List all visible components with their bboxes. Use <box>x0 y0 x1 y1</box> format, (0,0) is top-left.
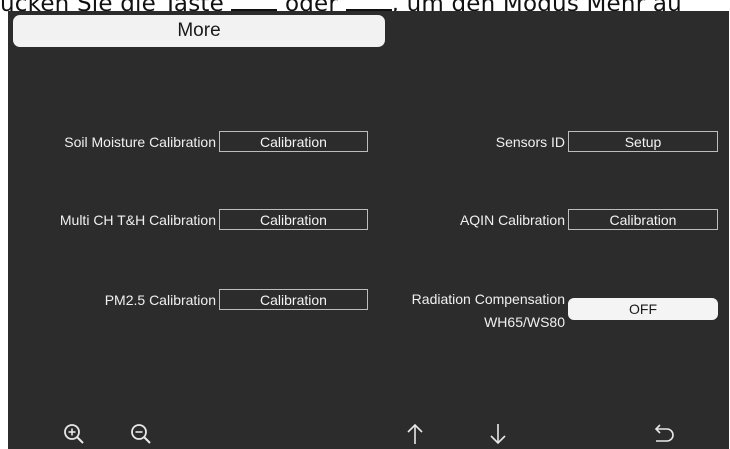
device-screen: More Soil Moisture Calibration Calibrati… <box>8 11 729 449</box>
page: ücken Sie die Taste oder , um den Modus … <box>0 0 730 449</box>
zoom-in-icon[interactable] <box>59 421 89 447</box>
soil-moisture-calibration-label: Soil Moisture Calibration <box>64 134 216 150</box>
sensors-id-label: Sensors ID <box>495 134 565 150</box>
multi-ch-th-calibration-label: Multi CH T&H Calibration <box>59 212 216 228</box>
pm25-calibration-label: PM2.5 Calibration <box>104 292 216 308</box>
page-title: More <box>13 15 385 47</box>
aqin-calibration-button[interactable]: Calibration <box>568 209 718 230</box>
radiation-compensation-toggle[interactable]: OFF <box>568 298 718 320</box>
zoom-out-icon[interactable] <box>126 421 156 447</box>
pm25-calibration-button[interactable]: Calibration <box>219 289 368 310</box>
arrow-up-icon[interactable] <box>400 421 430 447</box>
sensors-id-setup-button[interactable]: Setup <box>568 131 718 152</box>
aqin-calibration-label: AQIN Calibration <box>459 212 565 228</box>
radiation-compensation-sublabel: WH65/WS80 <box>484 314 565 330</box>
key-placeholder-box <box>345 0 392 11</box>
arrow-down-icon[interactable] <box>483 421 513 447</box>
radiation-compensation-label: Radiation Compensation <box>411 291 565 307</box>
key-placeholder-box <box>231 0 278 11</box>
multi-ch-th-calibration-button[interactable]: Calibration <box>219 209 368 230</box>
soil-moisture-calibration-button[interactable]: Calibration <box>219 131 368 152</box>
back-icon[interactable] <box>648 421 678 447</box>
